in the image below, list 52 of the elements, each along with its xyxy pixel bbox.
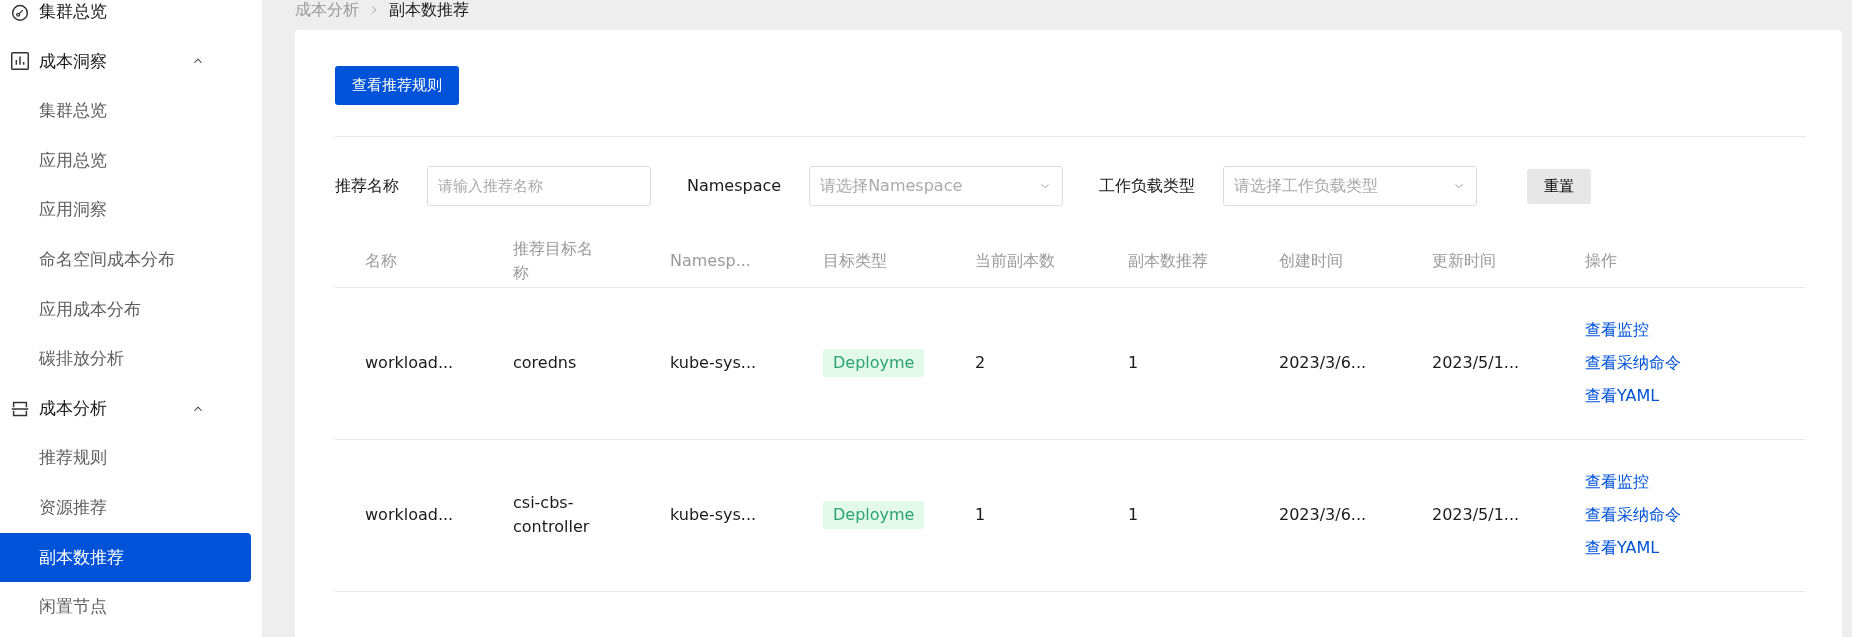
table-cell-text: kube-sys... [670, 352, 757, 374]
column-header: 名称 [365, 249, 397, 272]
type-tag: Deployme [823, 501, 925, 529]
menu-group[interactable]: 成本分析 [0, 383, 251, 434]
column-header: 操作 [1585, 249, 1617, 272]
menu-item[interactable]: 集群总览 [0, 0, 251, 37]
table-cell-text: 1 [975, 504, 986, 526]
filter-label: 工作负载类型 [1099, 175, 1196, 197]
table-cell-text: 1 [1128, 504, 1139, 526]
table-cell-text: csi-cbs-controller [513, 492, 591, 538]
menu-group[interactable]: 成本洞察 [0, 36, 251, 87]
menu-item[interactable]: 集群总览 [0, 86, 251, 136]
table-cell-text: workload... [365, 504, 454, 526]
menu-item[interactable]: 应用成本分布 [0, 284, 251, 335]
table-cell-text: coredns [513, 352, 577, 374]
action-link[interactable]: 查看YAML [1585, 383, 1775, 409]
action-link[interactable]: 查看监控 [1585, 469, 1775, 495]
menu-item[interactable]: 碳排放分析 [0, 334, 251, 384]
action-link[interactable]: 查看YAML [1585, 535, 1775, 561]
table-cell-text: 2 [975, 352, 986, 374]
menu-item[interactable]: 命名空间成本分布 [0, 234, 251, 285]
action-link[interactable]: 查看采纳命令 [1585, 502, 1775, 528]
column-header: 当前副本数 [975, 249, 1055, 272]
menu-item[interactable]: 副本数推荐 [0, 532, 251, 583]
column-header: 创建时间 [1279, 249, 1343, 272]
table-cell-text: kube-sys... [670, 504, 757, 526]
search-field[interactable]: 请输入推荐名称 [427, 166, 651, 206]
table-cell-text: 1 [1128, 352, 1139, 374]
breadcrumb-item: 副本数推荐 [389, 0, 469, 20]
menu-item[interactable]: 应用洞察 [0, 185, 251, 235]
column-header: 更新时间 [1432, 249, 1496, 272]
menu-item[interactable]: 资源推荐 [0, 482, 251, 533]
table-cell-text: 2023/3/6... [1279, 504, 1367, 526]
view-rules-button[interactable]: 查看推荐规则 [335, 66, 459, 105]
column-header: 副本数推荐 [1128, 249, 1208, 272]
table-cell-text: 2023/5/1... [1432, 352, 1520, 374]
column-header: 目标类型 [823, 249, 887, 272]
column-header: 推荐目标名称 [513, 237, 594, 284]
filter-label: Namespace [687, 175, 782, 197]
table-cell-text: 2023/5/1... [1432, 504, 1520, 526]
menu-item[interactable]: 推荐规则 [0, 433, 251, 483]
type-tag: Deployme [823, 349, 925, 377]
menu-item[interactable]: 应用总览 [0, 135, 251, 186]
bar-chart-icon [9, 50, 31, 73]
menu-item[interactable]: 闲置节点 [0, 582, 251, 632]
column-header: Namesp... [670, 249, 751, 272]
action-link[interactable]: 查看监控 [1585, 317, 1775, 343]
action-link[interactable]: 查看采纳命令 [1585, 350, 1775, 376]
table-cell-text: 2023/3/6... [1279, 352, 1367, 374]
reset-button[interactable]: 重置 [1527, 168, 1592, 204]
filter-label: 推荐名称 [335, 175, 399, 197]
table-cell-text: workload... [365, 352, 454, 374]
